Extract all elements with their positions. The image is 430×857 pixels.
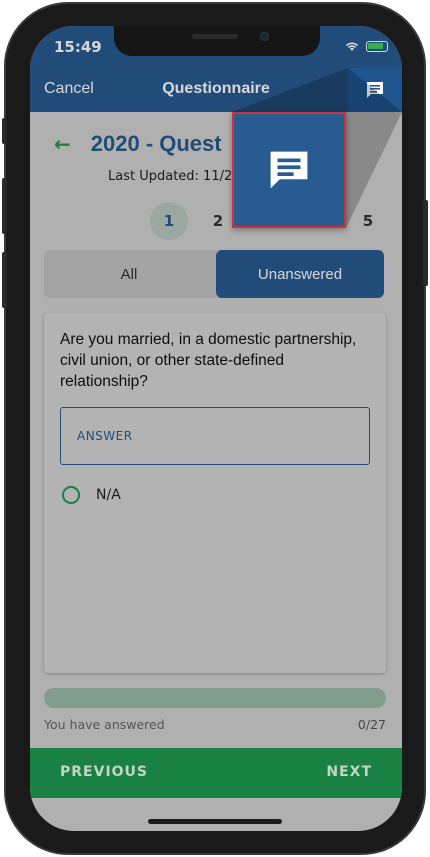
home-indicator <box>148 819 282 824</box>
silent-switch <box>2 118 7 144</box>
questionnaire-title: 2020 - Quest <box>90 131 222 156</box>
question-card: Are you married, in a domestic partnersh… <box>44 313 386 673</box>
previous-button[interactable]: PREVIOUS <box>60 764 148 780</box>
progress-count: 0/27 <box>357 717 386 732</box>
volume-down-button <box>2 252 7 308</box>
battery-icon <box>366 40 388 52</box>
footer-nav: PREVIOUS NEXT <box>30 748 402 798</box>
filter-segmented-control: All Unanswered <box>44 250 384 298</box>
status-time: 15:49 <box>54 38 102 56</box>
last-updated: Last Updated: 11/25 <box>108 169 241 184</box>
phone-screen: 15:49 Cancel Questionnaire ← 2020 - Ques… <box>30 26 402 831</box>
chat-icon <box>367 82 383 98</box>
na-option[interactable]: N/A <box>62 486 121 504</box>
progress-bar <box>44 688 386 708</box>
filter-all-tab[interactable]: All <box>44 250 214 298</box>
chat-callout[interactable] <box>232 112 346 228</box>
filter-unanswered-tab[interactable]: Unanswered <box>216 250 384 298</box>
progress-label: You have answered <box>44 717 165 732</box>
answer-input[interactable]: ANSWER <box>60 407 370 465</box>
power-button <box>423 200 428 286</box>
na-radio[interactable] <box>62 486 80 504</box>
chat-button[interactable] <box>348 68 402 112</box>
questionnaire-header: ← 2020 - Quest <box>54 131 222 157</box>
page-title: Questionnaire <box>162 80 270 97</box>
front-camera <box>260 32 269 41</box>
chat-icon <box>270 151 308 189</box>
status-icons <box>344 40 388 52</box>
volume-up-button <box>2 178 7 234</box>
next-button[interactable]: NEXT <box>326 764 372 780</box>
question-text: Are you married, in a domestic partnersh… <box>60 331 357 390</box>
speaker <box>192 34 238 39</box>
page-5[interactable]: 5 <box>348 203 388 239</box>
back-arrow-icon[interactable]: ← <box>54 132 71 156</box>
notch <box>114 26 320 56</box>
wifi-icon <box>345 42 359 51</box>
na-label: N/A <box>96 487 121 503</box>
page-1[interactable]: 1 <box>150 202 188 240</box>
answer-placeholder: ANSWER <box>77 429 133 443</box>
